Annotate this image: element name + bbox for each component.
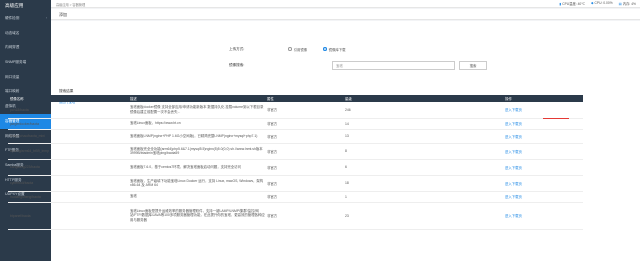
cpu-text: CPU: 0.00% bbox=[594, 1, 613, 6]
stars-cell: 13 bbox=[343, 129, 503, 144]
sidebar-item-label: 网口流量 bbox=[5, 74, 20, 79]
description-cell: 宝塔Linux面板，https://www.bt.cn bbox=[128, 118, 265, 130]
sidebar-item[interactable]: SNMP服务端 bbox=[0, 55, 51, 70]
download-link[interactable]: 进入下载页 bbox=[503, 202, 583, 230]
sidebar-item-label: 动态域名 bbox=[5, 30, 20, 35]
header-stars: 星级 bbox=[343, 95, 503, 102]
table-row: kangkang223/baota 宝塔面板7.6.0，基于centos7环境，解… bbox=[8, 159, 583, 176]
breadcrumb: 高级应用 > 容器管理 bbox=[56, 2, 86, 7]
header-image-name: 镜像名称 bbox=[8, 95, 128, 102]
image-name-cell: aplsing/arm64_bt59_lnmp bbox=[8, 143, 128, 160]
type-cell: 非官方 bbox=[265, 175, 343, 192]
type-cell: 非官方 bbox=[265, 159, 343, 176]
table-row: pch18/baota 宝塔面板docker镜像 支持全部应用/申请功能新版本 数… bbox=[8, 102, 583, 119]
radio-registry-download-label: 镜像库下载 bbox=[328, 47, 346, 52]
image-name-cell: btpanel/baota bbox=[8, 202, 128, 230]
download-link[interactable]: 进入下载页 bbox=[503, 159, 583, 176]
sidebar-item-label: 端口映射 bbox=[5, 89, 20, 94]
stars-cell: 23 bbox=[343, 202, 503, 230]
description-cell: 宝塔面板7.6.0，基于centos7环境，解决宝塔面板启动问题，支持完全访问 bbox=[128, 159, 265, 176]
upload-method-label: 上传方式: bbox=[229, 47, 245, 51]
header-description: 描述 bbox=[128, 95, 265, 102]
stars-cell: 14 bbox=[343, 118, 503, 130]
top-bar: 高级应用 > 容器管理 ▮CPU温度: 40℃ ◆CPU: 0.00% ▤内存:… bbox=[51, 0, 640, 8]
table-row: btpanel/baota 宝塔Linux面板是提升运维效率的服务器管理软件，支持… bbox=[8, 202, 583, 230]
description-cell: 宝塔面板完全全功能(arm64)php5.6&7.1(mysql5.5)ngin… bbox=[128, 143, 265, 160]
table-header: 镜像名称 描述 属性 星级 操作 bbox=[8, 95, 583, 102]
tab-bar: 添加 bbox=[51, 9, 640, 20]
image-name-cell: pch18/baota bbox=[8, 102, 128, 119]
table-row: aplsing/arm64_bt59_lnmp 宝塔面板完全全功能(arm64)p… bbox=[8, 143, 583, 160]
sidebar-item[interactable]: 动态域名 bbox=[0, 26, 51, 41]
memory-icon: ▤ bbox=[618, 2, 622, 7]
sidebar-item[interactable]: 内网穿透 bbox=[0, 40, 51, 55]
sidebar-item[interactable]: 硬件检测 › bbox=[0, 11, 51, 26]
table-row: jaegerdocker/baota 宝塔Linux面板，https://www.… bbox=[8, 118, 583, 130]
results-title: 搜索结果 bbox=[59, 89, 74, 93]
memory-text: 内存: 4% bbox=[622, 2, 636, 7]
stars-cell: 8 bbox=[343, 143, 503, 160]
download-link[interactable]: 进入下载页 bbox=[503, 175, 583, 192]
system-stats: ▮CPU温度: 40℃ ◆CPU: 0.00% ▤内存: 4% bbox=[559, 1, 636, 6]
download-link[interactable]: 进入下载页 bbox=[503, 118, 583, 130]
image-search-input[interactable]: 宝塔 bbox=[332, 61, 455, 70]
tab-add[interactable]: 添加 bbox=[59, 12, 67, 18]
stars-cell: 1 bbox=[343, 191, 503, 203]
header-type: 属性 bbox=[265, 95, 343, 102]
thermometer-icon: ▮ bbox=[559, 2, 562, 7]
description-cell: 宝塔面板docker镜像 支持全部应用/申请功能新版本 数据持久化 挂载volu… bbox=[128, 102, 265, 119]
image-name-cell: beiyuechao/baota_mini bbox=[8, 129, 128, 144]
chevron-right-icon: › bbox=[45, 16, 47, 20]
download-link[interactable]: 进入下载页 bbox=[503, 129, 583, 144]
sidebar-item[interactable]: 网口流量 bbox=[0, 70, 51, 85]
image-name-cell: jaegerdocker/baota bbox=[8, 118, 128, 130]
stars-cell: 6 bbox=[343, 159, 503, 176]
description-cell: 宝塔 bbox=[128, 191, 265, 203]
type-cell: 非官方 bbox=[265, 118, 343, 130]
type-cell: 非官方 bbox=[265, 129, 343, 144]
description-cell: 宝塔面板，生产级填下功能宝塔Linux Docker 运行，支持 Linux, … bbox=[128, 175, 265, 192]
sidebar-item-label: 硬件检测 bbox=[5, 16, 20, 20]
type-cell: 非官方 bbox=[265, 143, 343, 160]
cpu-temp-stat: ▮CPU温度: 40℃ bbox=[559, 1, 585, 6]
table-row: cyberbolt/baota 宝塔面板，生产级填下功能宝塔Linux Docke… bbox=[8, 175, 583, 192]
search-button[interactable]: 搜索 bbox=[459, 61, 487, 70]
action-underline bbox=[543, 118, 569, 119]
download-link[interactable]: 进入下载页 bbox=[503, 102, 583, 119]
radio-reference-image-dot[interactable] bbox=[288, 47, 292, 51]
stars-cell: 246 bbox=[343, 102, 503, 119]
cpu-stat: ◆CPU: 0.00% bbox=[591, 1, 613, 6]
image-name-cell: kangkang223/baota bbox=[8, 159, 128, 176]
download-link[interactable]: 进入下载页 bbox=[503, 191, 583, 203]
results-table: 镜像名称 描述 属性 星级 操作 pch18/baota 宝塔面板docker镜像… bbox=[8, 95, 583, 230]
image-name-cell: cyberbolt/baota bbox=[8, 175, 128, 192]
type-cell: 非官方 bbox=[265, 202, 343, 230]
radio-registry-download[interactable]: 镜像库下载 bbox=[323, 47, 346, 52]
download-link[interactable]: 进入下载页 bbox=[503, 143, 583, 160]
table-row: beiyuechao/baota_mini 宝塔面板LNMP(nginx+PHP … bbox=[8, 129, 583, 144]
header-action: 操作 bbox=[503, 95, 583, 102]
cpu-temp-text: CPU温度: 40℃ bbox=[562, 2, 585, 7]
sidebar-brand: 高级应用 bbox=[0, 0, 51, 11]
table-row: huolangsheng/baota 宝塔 非官方 1 进入下载页 bbox=[8, 191, 583, 203]
description-cell: 宝塔面板LNMP(nginx+PHP 1.6G小空间版)，已精简完整LNMP(n… bbox=[128, 129, 265, 144]
stars-cell: 18 bbox=[343, 175, 503, 192]
radio-reference-image[interactable]: 引用镜像 bbox=[288, 47, 307, 52]
cpu-icon: ◆ bbox=[590, 1, 594, 6]
description-cell: 宝塔Linux面板是提升运维效率的服务器管理软件，支持一键LAMP/LNMP/集… bbox=[128, 202, 265, 230]
type-cell: 非官方 bbox=[265, 191, 343, 203]
radio-registry-download-dot[interactable] bbox=[323, 47, 327, 51]
sidebar-item-label: SNMP服务端 bbox=[5, 60, 27, 65]
sidebar-item-label: 内网穿透 bbox=[5, 45, 20, 50]
image-name-cell: huolangsheng/baota bbox=[8, 191, 128, 203]
type-cell: 非官方 bbox=[265, 102, 343, 119]
memory-stat: ▤内存: 4% bbox=[619, 1, 636, 6]
image-search-label: 镜像搜索: bbox=[229, 63, 245, 67]
radio-reference-image-label: 引用镜像 bbox=[293, 47, 308, 52]
